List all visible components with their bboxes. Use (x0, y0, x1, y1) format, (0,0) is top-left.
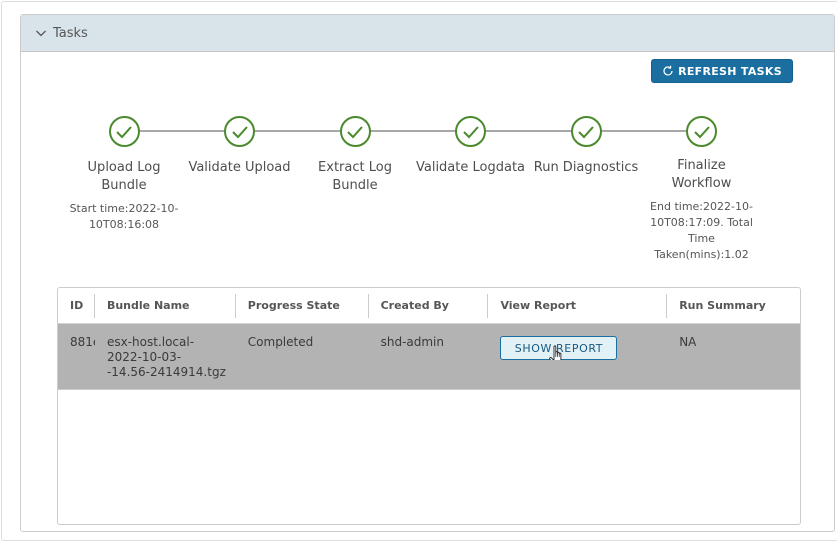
checkmark-icon (231, 125, 248, 138)
cell-progress-state: Completed (247, 335, 314, 349)
step-label: Validate Logdata (415, 160, 526, 175)
workflow-step: Run Diagnostics (531, 116, 641, 177)
step-timestamp: End time:2022-10-10T08:17:09. Total Time… (650, 200, 753, 261)
step-complete-icon (108, 116, 140, 147)
checkmark-icon (462, 125, 479, 138)
step-complete-icon (570, 116, 602, 147)
step-timestamp: Start time:2022-10-10T08:16:08 (69, 202, 179, 231)
cell-created-by: shd-admin (380, 335, 444, 349)
workflow-step: Validate Logdata (416, 116, 526, 177)
workflow-step: Extract Log Bundle (300, 116, 410, 195)
column-header-id[interactable]: ID (58, 293, 95, 318)
bundle-name-line: 2022-10-03- (106, 350, 182, 364)
step-label: Extract Log Bundle (318, 160, 392, 193)
bundle-name-line: -14.56-2414914.tgz (106, 365, 226, 379)
checkmark-icon (347, 125, 363, 138)
workflow-step: Upload Log Bundle Start time:2022-10-10T0… (69, 116, 179, 233)
step-label: Finalize Workflow (671, 158, 732, 191)
column-header-progress-state[interactable]: Progress State (236, 293, 369, 318)
step-complete-icon (455, 116, 486, 147)
step-complete-icon (686, 116, 717, 147)
column-header-view-report[interactable]: View Report (488, 293, 668, 318)
step-label: Validate Upload (188, 160, 291, 175)
cell-view-report: SHOW REPORT (488, 324, 667, 360)
step-complete-icon (224, 116, 255, 147)
cell-bundle-name: esx-host.local- 2022-10-03- -14.56-24149… (95, 324, 236, 380)
hand-pointer-cursor-icon (549, 345, 562, 360)
checkmark-icon (578, 125, 594, 138)
show-report-button[interactable]: SHOW REPORT (500, 336, 618, 360)
tasks-datagrid: ID Bundle Name Progress State Created By… (57, 287, 801, 525)
column-header-run-summary[interactable]: Run Summary (667, 294, 800, 318)
workflow-step: Validate Upload (185, 116, 295, 177)
bundle-name-line: esx-host.local- (106, 335, 195, 349)
workflow-step: Finalize Workflow End time:2022-10-10T08:… (647, 116, 757, 263)
datagrid-header: ID Bundle Name Progress State Created By… (58, 288, 800, 324)
step-complete-icon (339, 116, 371, 147)
column-header-created-by[interactable]: Created By (369, 293, 489, 318)
step-label: Run Diagnostics (533, 160, 639, 175)
checkmark-icon (693, 125, 710, 138)
step-label: Upload Log Bundle (87, 160, 161, 193)
tasks-panel: Tasks REFRESH TASKS Upload Log Bundle Sta… (20, 14, 835, 532)
cell-id: 881e (70, 335, 95, 349)
workflow-stepper: Upload Log Bundle Start time:2022-10-10T0… (21, 15, 836, 285)
table-row[interactable]: 881e esx-host.local- 2022-10-03- -14.56-… (58, 324, 800, 390)
checkmark-icon (116, 125, 132, 138)
cell-run-summary: NA (679, 335, 697, 349)
column-header-bundle-name[interactable]: Bundle Name (95, 293, 236, 318)
